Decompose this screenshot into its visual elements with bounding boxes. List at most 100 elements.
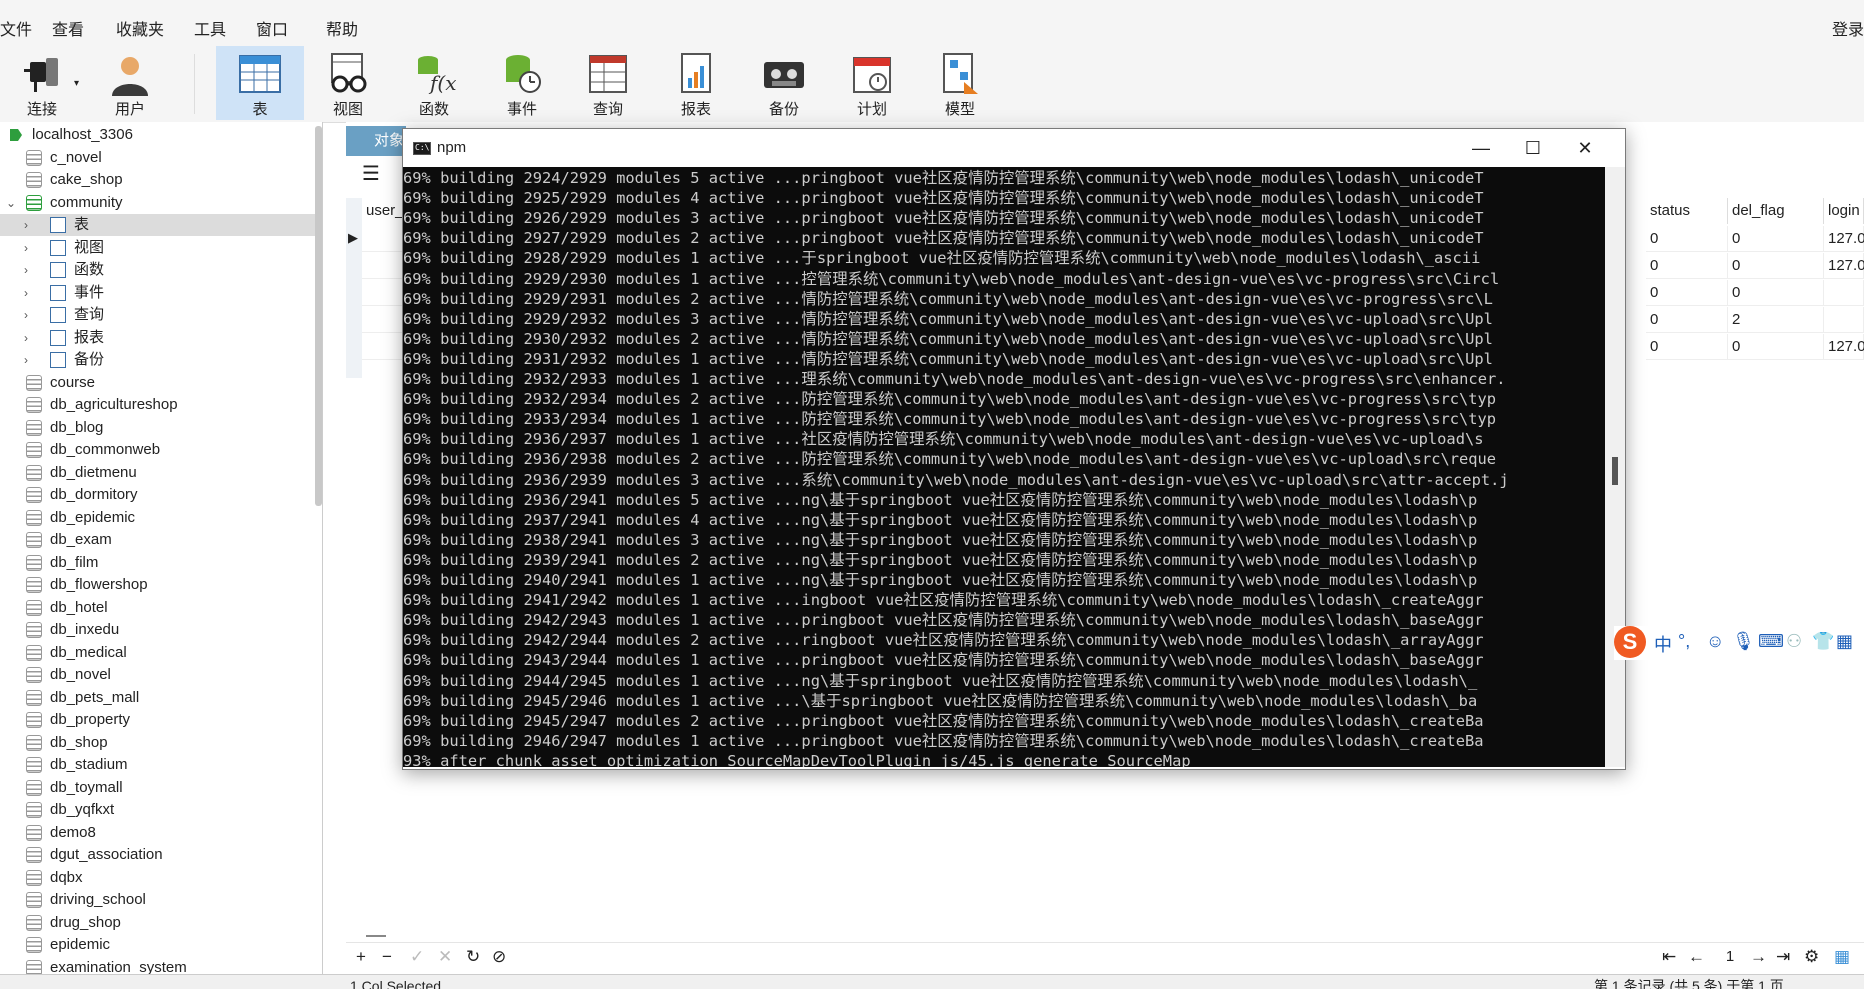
last-page-icon[interactable]: ⇥: [1776, 947, 1790, 967]
console-scroll-thumb[interactable]: [1612, 457, 1618, 485]
ime-punctuation-toggle[interactable]: °,: [1678, 631, 1690, 652]
column-header-del-flag[interactable]: del_flag: [1728, 198, 1824, 224]
grid-cell-status[interactable]: 0: [1646, 226, 1728, 252]
grid-cell-login[interactable]: 127.0: [1824, 226, 1864, 252]
grid-view-icon[interactable]: ▦: [1834, 947, 1850, 967]
ime-mode-toggle[interactable]: 中: [1654, 631, 1672, 657]
backup-button[interactable]: 备份: [742, 46, 826, 120]
chevron-right-icon[interactable]: ›: [24, 237, 28, 259]
tree-item[interactable]: › 表: [0, 214, 320, 236]
user-button[interactable]: 用户: [88, 46, 172, 120]
column-header-status[interactable]: status: [1646, 198, 1728, 224]
console-line-text: 69% building 2924/2929 modules 5 active …: [403, 169, 1484, 187]
menu-file[interactable]: 文件: [0, 16, 32, 40]
schedule-button[interactable]: 计划: [830, 46, 914, 120]
divider-handle[interactable]: [366, 935, 386, 937]
menu-view[interactable]: 查看: [52, 16, 84, 40]
ime-toolbar[interactable]: S 中 °, ☺ 🎙 ⌨ ⚇ 👕 ▦: [1614, 626, 1864, 660]
database-icon: [26, 464, 42, 481]
chevron-down-icon[interactable]: ⌄: [6, 192, 16, 214]
stop-icon[interactable]: ⊘: [492, 947, 506, 967]
settings-gear-icon[interactable]: ⚙: [1804, 947, 1819, 967]
grid-cell-login[interactable]: 127.0: [1824, 253, 1864, 279]
connect-button[interactable]: 连接: [0, 46, 84, 120]
first-page-icon[interactable]: ⇤: [1662, 947, 1676, 967]
microphone-icon[interactable]: 🎙: [1732, 631, 1755, 652]
console-output[interactable]: 69% building 2924/2929 modules 5 active …: [403, 167, 1605, 767]
table-button[interactable]: 表: [216, 46, 304, 120]
model-button[interactable]: 模型: [918, 46, 1002, 120]
chevron-right-icon[interactable]: ›: [24, 304, 28, 326]
emoji-icon[interactable]: ☺: [1706, 631, 1724, 652]
ime-user-icon[interactable]: ⚇: [1786, 631, 1802, 652]
delete-record-icon[interactable]: −: [382, 947, 392, 967]
tree-item-label: db_stadium: [50, 756, 128, 773]
keyboard-icon[interactable]: ⌨: [1758, 631, 1784, 652]
grid-cell-status[interactable]: 0: [1646, 253, 1728, 279]
grid-cell-del-flag[interactable]: 2: [1728, 307, 1824, 333]
chevron-right-icon[interactable]: ›: [24, 259, 28, 281]
menu-favorites[interactable]: 收藏夹: [116, 16, 164, 40]
menu-tools[interactable]: 工具: [194, 16, 226, 40]
sogou-logo-icon[interactable]: S: [1614, 626, 1646, 658]
tree-item-label: 函数: [74, 261, 105, 278]
report-button[interactable]: 报表: [654, 46, 738, 120]
console-line-text: 69% building 2932/2933 modules 1 active …: [403, 370, 1506, 388]
prev-page-icon[interactable]: ←: [1688, 947, 1705, 967]
console-line-text: 69% building 2930/2932 modules 2 active …: [403, 329, 1493, 348]
npm-titlebar[interactable]: C:\ npm — ☐ ✕: [403, 129, 1625, 167]
sidebar-scrollbar[interactable]: [315, 126, 322, 506]
npm-console-window[interactable]: C:\ npm — ☐ ✕ 69% building 2924/2929 mod…: [402, 128, 1626, 770]
chevron-right-icon[interactable]: ›: [24, 214, 28, 236]
tab-objects[interactable]: 对象: [346, 126, 406, 156]
minimize-button[interactable]: —: [1461, 135, 1501, 161]
grid-cell-status[interactable]: 0: [1646, 334, 1728, 360]
query-button[interactable]: 查询: [566, 46, 650, 120]
grid-cell-login[interactable]: [1824, 280, 1864, 306]
refresh-icon[interactable]: ↻: [466, 947, 480, 967]
chevron-down-icon[interactable]: ▾: [74, 78, 79, 89]
console-scrollbar[interactable]: [1605, 167, 1625, 767]
grid-cell-status[interactable]: 0: [1646, 307, 1728, 333]
query-icon: [50, 307, 66, 323]
event-button[interactable]: 事件: [480, 46, 564, 120]
add-record-icon[interactable]: +: [356, 947, 366, 967]
tree-item-label: 事件: [74, 283, 105, 301]
table-icon: [50, 217, 66, 233]
chevron-right-icon[interactable]: ›: [24, 327, 28, 349]
close-button[interactable]: ✕: [1565, 135, 1605, 161]
function-button[interactable]: f(x) 函数: [392, 46, 476, 120]
query-icon: [589, 55, 627, 93]
login-button[interactable]: 登录: [1832, 16, 1864, 40]
apply-check-icon[interactable]: ✓: [410, 947, 424, 967]
grid-cell-status[interactable]: 0: [1646, 280, 1728, 306]
next-page-icon[interactable]: →: [1750, 947, 1767, 967]
skin-shirt-icon[interactable]: 👕: [1812, 631, 1834, 652]
database-icon: [26, 892, 42, 908]
column-header-login[interactable]: login: [1824, 198, 1864, 224]
grid-cell-del-flag[interactable]: 0: [1728, 280, 1824, 306]
svg-text:f(x): f(x): [428, 71, 456, 95]
chevron-right-icon[interactable]: ›: [24, 349, 28, 371]
grid-cell-del-flag[interactable]: 0: [1728, 226, 1824, 252]
grid-cell-login[interactable]: 127.0: [1824, 334, 1864, 360]
console-line: 69% building 2929/2932 modules 3 active …: [403, 309, 1493, 329]
grid-cell-del-flag[interactable]: 0: [1728, 253, 1824, 279]
menu-help[interactable]: 帮助: [326, 16, 358, 40]
chevron-right-icon[interactable]: ›: [24, 282, 28, 304]
page-number-input[interactable]: 1: [1716, 947, 1744, 967]
menubar: 文件 查看 收藏夹 工具 窗口 帮助 登录: [0, 0, 1864, 44]
discard-x-icon[interactable]: ✕: [438, 947, 452, 967]
database-icon: [26, 419, 42, 436]
grid-cell-login[interactable]: [1824, 307, 1864, 333]
view-button[interactable]: 视图: [306, 46, 390, 120]
main-toolbar: 连接 ▾ 用户 表 视图 f(x 函数 事件 查询 报表 备份 计划 模型: [0, 44, 1864, 123]
ime-menu-icon[interactable]: ▦: [1836, 631, 1853, 652]
database-icon: [26, 532, 42, 548]
menu-window[interactable]: 窗口: [256, 16, 288, 40]
grid-cell-del-flag[interactable]: 0: [1728, 334, 1824, 360]
maximize-button[interactable]: ☐: [1513, 135, 1553, 161]
hamburger-menu-icon[interactable]: ☰: [362, 164, 380, 184]
console-line-text: 69% building 2933/2934 modules 1 active …: [403, 410, 1497, 429]
report-label: 报表: [680, 101, 711, 118]
